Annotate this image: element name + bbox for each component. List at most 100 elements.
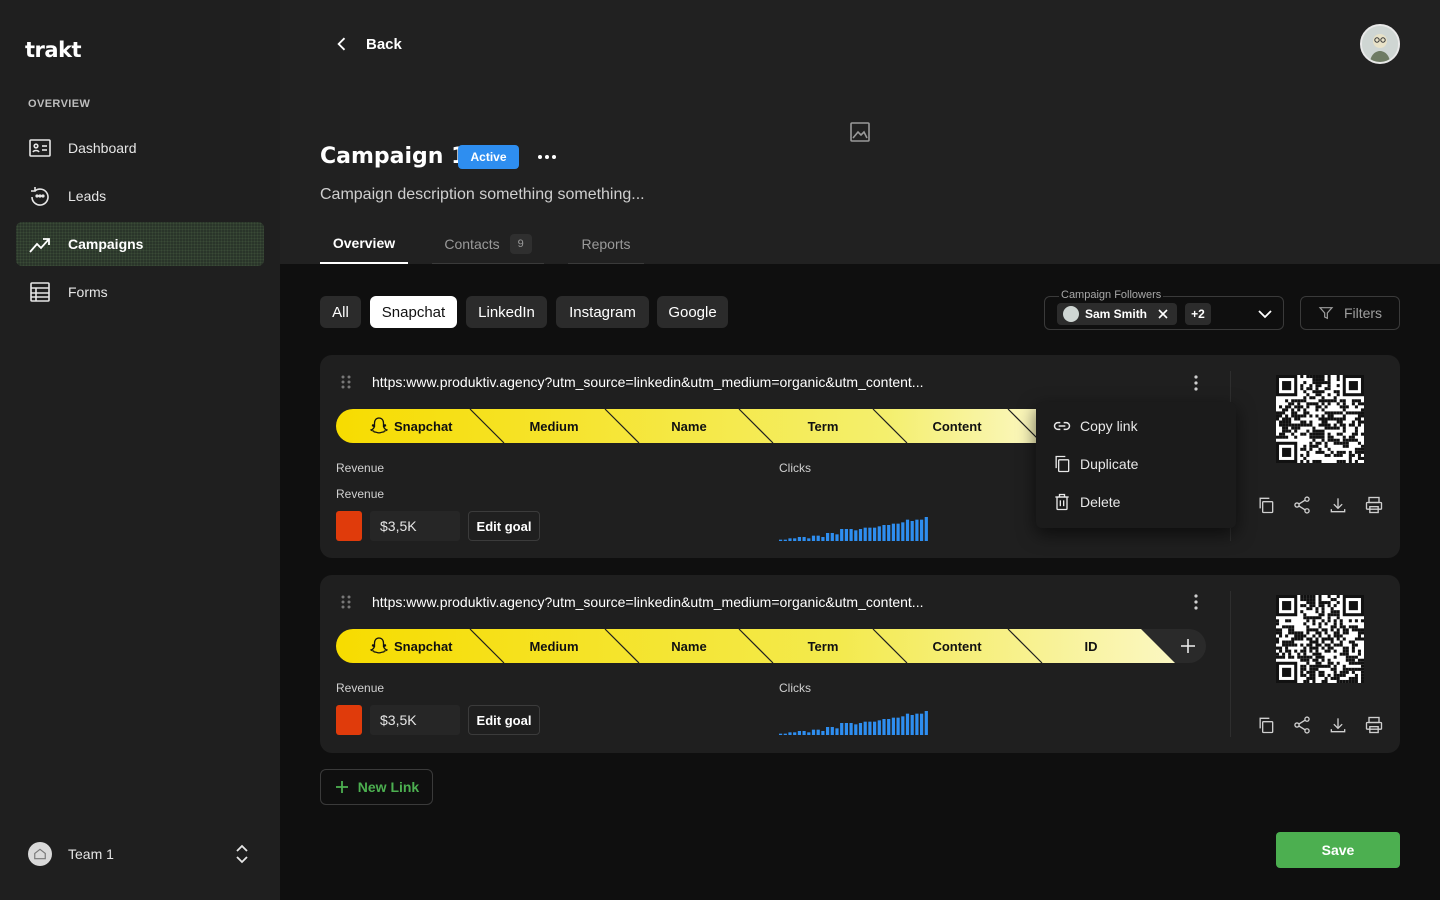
user-avatar[interactable]	[1360, 24, 1400, 64]
qr-module	[1315, 646, 1319, 650]
more-vertical-icon[interactable]	[1189, 374, 1203, 392]
close-icon[interactable]	[1157, 308, 1169, 320]
qr-module	[1321, 390, 1325, 394]
spark-bar	[844, 723, 848, 735]
sidebar-item-campaigns[interactable]: Campaigns	[16, 222, 264, 266]
qr-module	[1354, 625, 1358, 629]
edit-goal-button[interactable]: Edit goal	[468, 705, 540, 735]
qr-module	[1300, 453, 1304, 457]
filters-button[interactable]: Filters	[1300, 296, 1400, 330]
qr-finder	[1348, 601, 1358, 611]
spark-bar	[905, 519, 910, 541]
qr-module	[1318, 673, 1322, 677]
link-url[interactable]: https:www.produktiv.agency?utm_source=li…	[372, 374, 923, 390]
qr-module	[1312, 426, 1316, 430]
qr-code[interactable]	[1276, 595, 1364, 683]
qr-module	[1318, 613, 1322, 617]
tab-reports[interactable]: Reports	[568, 224, 644, 264]
sidebar: trakt OVERVIEW Dashboard Leads Campaigns	[0, 0, 280, 900]
app-logo[interactable]: trakt	[25, 38, 82, 62]
print-icon[interactable]	[1364, 495, 1384, 515]
tab-overview[interactable]: Overview	[320, 224, 408, 264]
chip-instagram[interactable]: Instagram	[556, 296, 649, 328]
qr-module	[1339, 643, 1343, 647]
qr-module	[1318, 378, 1322, 382]
spark-bar	[830, 727, 834, 735]
qr-module	[1321, 646, 1325, 650]
qr-module	[1360, 447, 1364, 451]
qr-module	[1348, 456, 1352, 460]
qr-finder	[1282, 381, 1292, 391]
qr-module	[1357, 634, 1361, 638]
more-vertical-icon[interactable]	[1189, 593, 1203, 611]
menu-item-delete[interactable]: Delete	[1036, 484, 1236, 520]
spark-bar	[887, 525, 891, 541]
image-placeholder-icon[interactable]	[848, 120, 872, 144]
chip-google[interactable]: Google	[657, 296, 728, 328]
qr-module	[1309, 420, 1313, 424]
qr-module	[1357, 450, 1361, 454]
qr-module	[1360, 658, 1364, 662]
qr-module	[1324, 637, 1328, 641]
save-button[interactable]: Save	[1276, 832, 1400, 868]
qr-module	[1318, 405, 1322, 409]
qr-module	[1318, 432, 1322, 436]
qr-module	[1318, 634, 1322, 638]
print-icon[interactable]	[1364, 715, 1384, 735]
team-switcher[interactable]: Team 1	[28, 842, 260, 866]
spark-bar	[816, 535, 820, 541]
qr-code[interactable]	[1276, 375, 1364, 463]
share-icon[interactable]	[1292, 715, 1312, 735]
download-icon[interactable]	[1328, 495, 1348, 515]
qr-module	[1318, 625, 1322, 629]
qr-module	[1294, 631, 1298, 635]
sidebar-item-forms[interactable]: Forms	[16, 270, 264, 314]
download-icon[interactable]	[1328, 715, 1348, 735]
qr-module	[1354, 426, 1358, 430]
back-button[interactable]: Back	[332, 32, 402, 56]
copy-icon[interactable]	[1256, 715, 1276, 735]
edit-goal-button[interactable]: Edit goal	[468, 511, 540, 541]
qr-module	[1351, 655, 1355, 659]
spark-bar	[920, 713, 924, 735]
share-icon[interactable]	[1292, 495, 1312, 515]
copy-icon[interactable]	[1256, 495, 1276, 515]
more-horizontal-icon[interactable]	[536, 146, 558, 168]
qr-module	[1312, 658, 1316, 662]
qr-module	[1318, 381, 1322, 385]
menu-item-duplicate[interactable]: Duplicate	[1036, 446, 1236, 482]
qr-module	[1312, 432, 1316, 436]
sidebar-item-leads[interactable]: Leads	[16, 174, 264, 218]
link-url[interactable]: https:www.produktiv.agency?utm_source=li…	[372, 594, 923, 610]
drag-handle-icon[interactable]	[340, 595, 352, 609]
qr-module	[1309, 637, 1313, 641]
qr-module	[1345, 646, 1349, 650]
chip-linkedin[interactable]: LinkedIn	[466, 296, 547, 328]
followers-label: Campaign Followers	[1059, 289, 1164, 301]
qr-module	[1336, 450, 1340, 454]
tab-contacts[interactable]: Contacts 9	[432, 224, 544, 264]
qr-module	[1330, 637, 1334, 641]
chip-snapchat[interactable]: Snapchat	[370, 296, 457, 328]
drag-handle-icon[interactable]	[340, 375, 352, 389]
menu-item-copy-link[interactable]: Copy link	[1036, 408, 1236, 444]
qr-module	[1318, 459, 1322, 463]
qr-module	[1321, 619, 1325, 623]
qr-module	[1276, 414, 1280, 418]
qr-module	[1297, 408, 1301, 412]
campaign-followers-select[interactable]: Campaign Followers Sam Smith +2	[1044, 289, 1284, 330]
new-link-button[interactable]: New Link	[320, 769, 433, 805]
qr-module	[1330, 598, 1334, 602]
qr-module	[1324, 664, 1328, 668]
spark-bar	[826, 533, 830, 541]
chip-all[interactable]: All	[320, 296, 361, 328]
qr-module	[1306, 631, 1310, 635]
qr-module	[1336, 441, 1340, 445]
qr-module	[1306, 450, 1310, 454]
qr-module	[1330, 411, 1334, 415]
sidebar-item-dashboard[interactable]: Dashboard	[16, 126, 264, 170]
utm-segment-label: ID	[1085, 639, 1098, 654]
qr-module	[1336, 643, 1340, 647]
qr-module	[1303, 447, 1307, 451]
qr-module	[1345, 405, 1349, 409]
